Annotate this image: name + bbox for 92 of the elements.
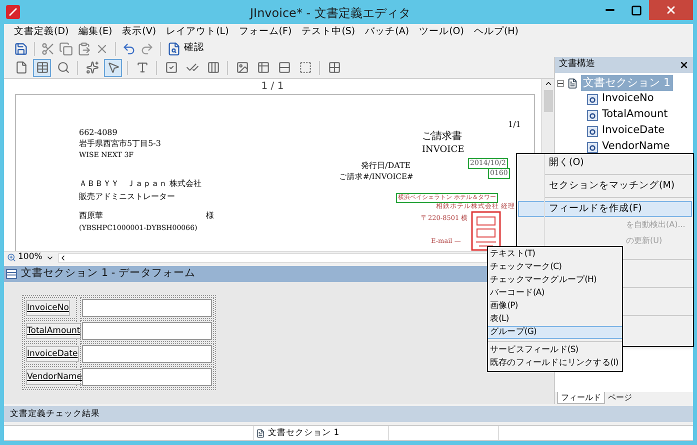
text-field-icon bbox=[587, 142, 598, 152]
table-cell: 文書セクション 1 bbox=[268, 426, 340, 440]
tree-item[interactable]: TotalAmount bbox=[602, 107, 668, 123]
checks-icon bbox=[186, 61, 198, 74]
menu-item[interactable]: ツール(O) bbox=[419, 24, 464, 40]
tree-item[interactable]: InvoiceNo bbox=[602, 91, 654, 107]
menu-item[interactable]: テスト中(S) bbox=[302, 24, 356, 40]
menu-item[interactable]: チェックマーク(C) bbox=[488, 261, 622, 274]
scrollbar-thumb[interactable] bbox=[544, 90, 552, 112]
columns-icon bbox=[206, 61, 220, 74]
menu-item[interactable]: レイアウト(L) bbox=[166, 24, 229, 40]
search-icon bbox=[56, 61, 70, 74]
form-icon bbox=[6, 269, 17, 279]
text-field-icon bbox=[587, 110, 598, 120]
field-label[interactable]: InvoiceDate bbox=[26, 346, 79, 362]
field-input[interactable] bbox=[82, 322, 212, 340]
close-button[interactable] bbox=[649, 0, 693, 20]
grid-icon bbox=[328, 61, 340, 74]
menu-item[interactable]: 表示(V) bbox=[122, 24, 156, 40]
menu-item[interactable]: セクションをマッチング(M) bbox=[518, 178, 692, 194]
recipient-name: 西原華 bbox=[79, 210, 103, 222]
field-input[interactable] bbox=[82, 345, 212, 363]
panel-tab[interactable]: フィールド bbox=[557, 392, 605, 404]
toolbar-button[interactable] bbox=[33, 58, 51, 76]
date-label: 発行日/DATE bbox=[361, 160, 411, 172]
maximize-icon bbox=[630, 4, 642, 16]
stamp-drawing bbox=[471, 211, 501, 251]
field-input[interactable] bbox=[82, 299, 212, 317]
menu-item[interactable]: サービスフィールド(S) bbox=[488, 344, 622, 357]
section-icon bbox=[567, 78, 578, 88]
image-icon bbox=[236, 61, 248, 74]
close-icon bbox=[665, 4, 677, 16]
address: 岩手県西宮市5丁目5-3 bbox=[79, 138, 161, 150]
save-icon[interactable] bbox=[14, 42, 28, 56]
expander-icon[interactable] bbox=[557, 80, 564, 86]
text-icon bbox=[136, 61, 148, 74]
document-title: ご請求書 bbox=[422, 130, 462, 144]
section-icon bbox=[256, 428, 265, 438]
panel-title: 文書セクション 1 - データフォーム bbox=[21, 266, 196, 282]
menu-item[interactable]: バッチ(A) bbox=[365, 24, 410, 40]
tree-item[interactable]: InvoiceDate bbox=[602, 123, 665, 139]
role: 販売アドミニストレーター bbox=[79, 191, 175, 203]
menu-item[interactable]: 画像(P) bbox=[488, 300, 622, 313]
menu-item[interactable]: 編集(E) bbox=[78, 24, 112, 40]
menu-item[interactable]: 開く(O) bbox=[518, 155, 692, 171]
postal-code: 662-4089 bbox=[79, 127, 118, 139]
zoom-icon bbox=[7, 253, 16, 262]
company-name: ＡＢＢＹＹ Ｊａｐａｎ 株式会社 bbox=[79, 178, 202, 190]
menu-item[interactable]: 既存のフィールドにリンクする(I) bbox=[488, 357, 622, 370]
paste-icon[interactable] bbox=[77, 42, 91, 56]
tree-item[interactable]: VendorName bbox=[602, 139, 670, 155]
field-label[interactable]: VendorName bbox=[26, 369, 83, 385]
text-field-icon bbox=[587, 126, 598, 136]
checkbox-icon bbox=[164, 61, 178, 74]
toolbar-button[interactable] bbox=[104, 58, 122, 76]
copy-icon[interactable] bbox=[59, 42, 73, 56]
field-label[interactable]: TotalAmount bbox=[26, 323, 82, 339]
grid-table-icon bbox=[256, 61, 270, 74]
menu-item[interactable]: チェックマークグループ(H) bbox=[488, 274, 622, 287]
field-label[interactable]: InvoiceNo bbox=[26, 300, 70, 316]
menu-item[interactable]: フィールドを作成(F) bbox=[518, 201, 692, 217]
window-title: JInvoice* - 文書定義エディタ bbox=[250, 5, 410, 22]
menu-item[interactable]: バーコード(A) bbox=[488, 287, 622, 300]
menu-item[interactable]: ヘルプ(H) bbox=[474, 24, 519, 40]
menu-item[interactable]: テキスト(T) bbox=[488, 248, 622, 261]
table-icon bbox=[36, 61, 48, 74]
zoom-level[interactable]: 100% bbox=[18, 251, 42, 264]
sparkle-icon bbox=[86, 61, 98, 74]
confirm-button[interactable]: 確認 bbox=[167, 41, 204, 56]
menu-item[interactable]: フォーム(F) bbox=[238, 24, 292, 40]
page-indicator: 1 / 1 bbox=[261, 80, 284, 94]
app-icon bbox=[6, 5, 20, 19]
rows-icon bbox=[278, 61, 290, 74]
panel-tab[interactable]: ページ bbox=[605, 392, 635, 403]
field-input[interactable] bbox=[82, 368, 212, 386]
honorific: 様 bbox=[206, 210, 214, 222]
document-search-icon bbox=[167, 42, 181, 56]
dashed-square-icon bbox=[298, 61, 312, 74]
cut-icon[interactable] bbox=[41, 42, 55, 56]
pointer-icon bbox=[106, 61, 120, 74]
menu-item[interactable]: 文書定義(D) bbox=[14, 24, 69, 40]
panel-title: 文書定義チェック結果 bbox=[10, 408, 100, 420]
page-icon bbox=[14, 61, 28, 74]
page-number: 1/1 bbox=[508, 119, 521, 131]
menu-item[interactable]: グループ(G) bbox=[488, 326, 622, 339]
document-title-english: INVOICE bbox=[422, 144, 464, 157]
scroll-up-icon[interactable] bbox=[544, 79, 552, 88]
menu-item[interactable]: 表(L) bbox=[488, 313, 622, 326]
text-field-icon bbox=[587, 94, 598, 104]
panel-title: 文書構造 bbox=[559, 58, 595, 72]
close-icon[interactable] bbox=[679, 60, 689, 70]
undo-icon[interactable] bbox=[122, 42, 136, 56]
